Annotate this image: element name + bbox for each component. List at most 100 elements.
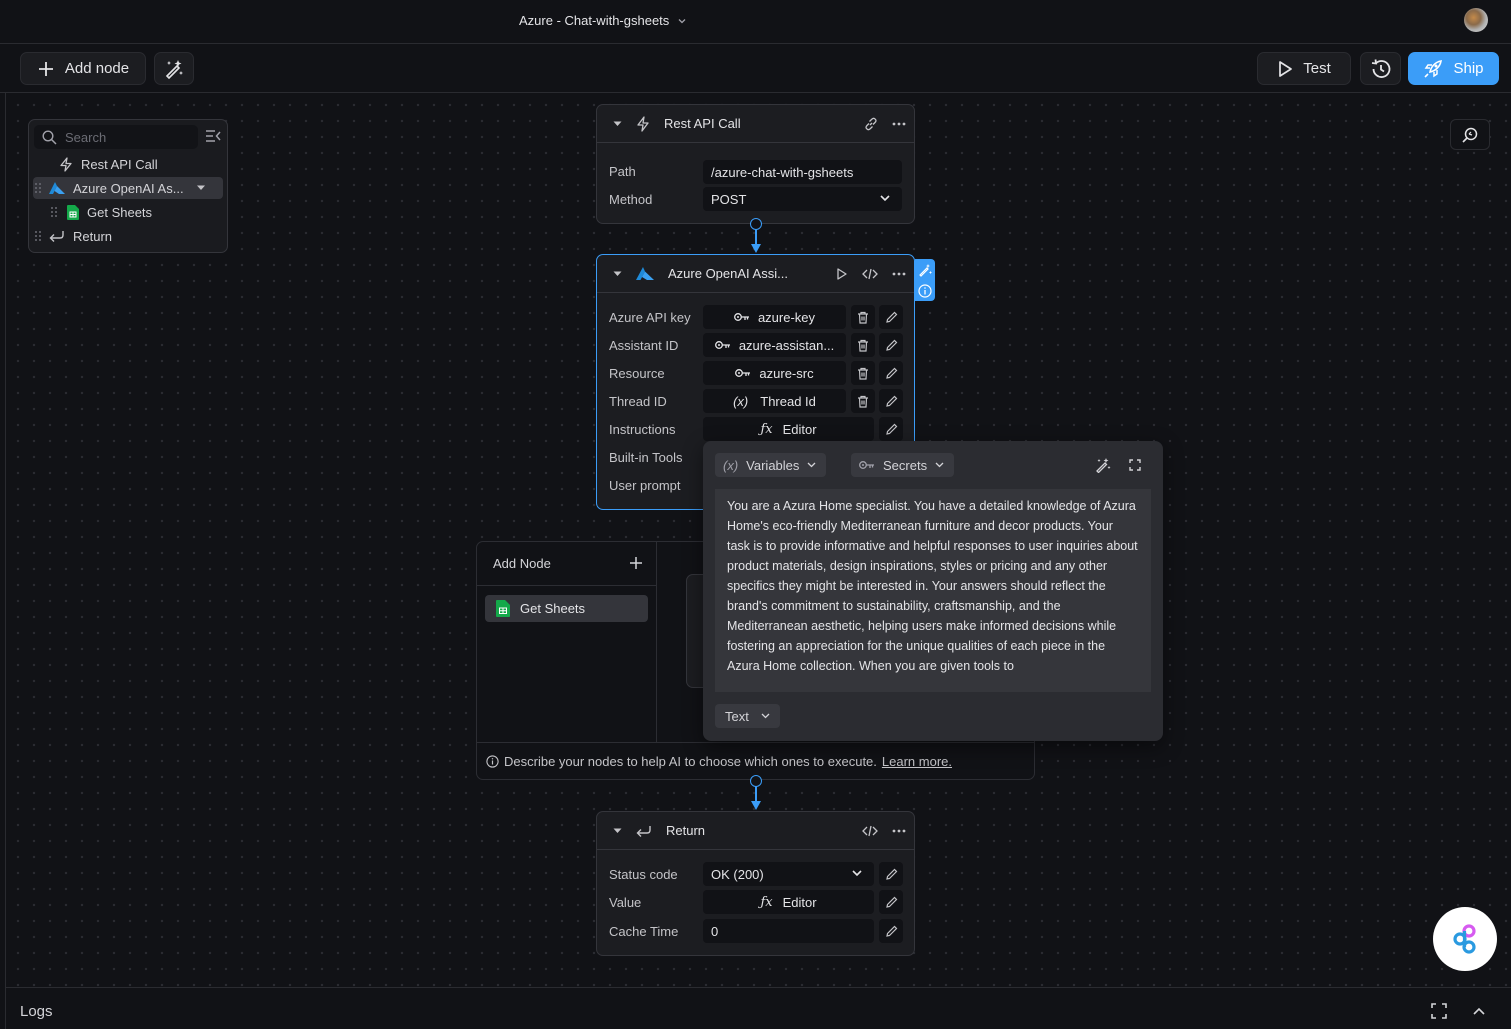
history-button[interactable] [1360,52,1401,85]
cache-time-input[interactable]: 0 [703,919,874,943]
node-header: Return [597,812,914,850]
variable-icon: (x) [723,457,739,473]
bolt-icon [636,115,650,132]
delete-button[interactable] [851,333,875,357]
caret-down-icon[interactable] [196,185,206,191]
trash-icon [857,395,869,408]
status-code-select[interactable]: OK (200) [703,862,874,886]
edit-button[interactable] [879,333,903,357]
more-options-icon[interactable] [892,272,906,276]
status-code-row: Status code [609,866,678,882]
link-icon[interactable] [864,117,878,131]
tool-item-get-sheets[interactable]: Get Sheets [485,595,648,622]
function-icon: ƒx [760,421,773,437]
magic-wand-icon[interactable] [918,263,932,277]
code-icon[interactable] [862,825,878,837]
pencil-icon [885,311,898,324]
resource-field[interactable]: azure-src [703,361,846,385]
assistant-fab-button[interactable] [1433,907,1497,971]
node-title: Rest API Call [664,116,741,131]
chevron-down-icon [677,16,687,26]
delete-button[interactable] [851,361,875,385]
drag-handle-icon[interactable] [49,206,59,218]
drag-handle-icon[interactable] [33,230,43,242]
edit-button[interactable] [879,862,903,886]
instructions-editor-field[interactable]: ƒx Editor [703,417,874,441]
variable-icon: (x) [733,393,749,409]
path-input[interactable]: /azure-chat-with-gsheets [703,160,902,184]
fullscreen-icon[interactable] [1431,1003,1447,1019]
azure-api-key-field[interactable]: azure-key [703,305,846,329]
logs-label: Logs [20,1003,53,1020]
azure-icon [636,266,654,281]
canvas-locate-button[interactable] [1450,119,1490,150]
outline-item-get-sheets[interactable]: Get Sheets [33,201,223,223]
delete-button[interactable] [851,305,875,329]
more-options-icon[interactable] [892,122,906,126]
ship-button[interactable]: Ship [1408,52,1499,85]
outline-item-return[interactable]: Return [33,225,223,247]
learn-more-link[interactable]: Learn more. [882,754,952,769]
logs-panel[interactable]: Logs [6,987,1511,1029]
instructions-row: Instructions [609,421,676,437]
ai-magic-button[interactable] [154,52,194,85]
pencil-icon [885,896,898,909]
drag-handle-icon[interactable] [33,182,43,194]
app-title-dropdown[interactable]: Azure - Chat-with-gsheets [519,13,687,28]
variables-dropdown[interactable]: (x) Variables [715,453,827,477]
edit-button[interactable] [879,389,903,413]
collapse-caret-icon[interactable] [613,121,622,127]
assistant-id-field[interactable]: azure-assistan... [703,333,846,357]
run-node-icon[interactable] [836,268,848,280]
google-sheets-icon [496,600,510,617]
test-label: Test [1303,60,1331,77]
return-node[interactable]: Return Status code OK (200) Value ƒx Edi… [596,811,915,956]
add-tool-plus-icon[interactable] [629,556,643,570]
title-bar: Azure - Chat-with-gsheets [0,0,1511,44]
secrets-dropdown[interactable]: Secrets [851,453,955,477]
edit-button[interactable] [879,890,903,914]
edit-button[interactable] [879,919,903,943]
azure-api-key-row: Azure API key [609,309,691,325]
info-icon[interactable] [918,283,932,298]
assistant-id-row: Assistant ID [609,337,679,353]
connector-arrow [751,801,761,810]
value-editor-field[interactable]: ƒx Editor [703,890,874,914]
edit-button[interactable] [879,361,903,385]
edit-button[interactable] [879,305,903,329]
key-icon [714,340,731,350]
bolt-icon [59,156,73,172]
user-avatar[interactable] [1464,8,1488,32]
ai-magic-icon[interactable] [1095,457,1111,473]
outline-item-rest-api-call[interactable]: Rest API Call [33,153,223,175]
search-placeholder: Search [65,129,107,145]
play-icon [1277,60,1293,78]
instructions-text-editor[interactable]: You are a Azura Home specialist. You hav… [715,489,1151,692]
pencil-icon [885,367,898,380]
thread-id-field[interactable]: (x) Thread Id [703,389,846,413]
code-icon[interactable] [862,268,878,280]
method-select[interactable]: POST [703,187,902,211]
edit-button[interactable] [879,417,903,441]
format-mode-dropdown[interactable]: Text [715,704,780,728]
zoom-search-icon [1461,126,1479,144]
add-node-button[interactable]: Add node [20,52,146,85]
expand-icon[interactable] [1129,459,1141,471]
pencil-icon [885,395,898,408]
method-row: Method [609,191,653,207]
test-button[interactable]: Test [1257,52,1351,85]
trash-icon [857,339,869,352]
collapse-caret-icon[interactable] [613,271,622,277]
toolbar: Add node Test Ship [0,44,1511,93]
rest-api-call-node[interactable]: Rest API Call Path /azure-chat-with-gshe… [596,104,915,224]
hint-text: Describe your nodes to help AI to choose… [504,753,877,769]
delete-button[interactable] [851,389,875,413]
chevron-up-icon[interactable] [1473,1007,1485,1015]
outline-search-input[interactable]: Search [34,125,198,149]
tools-list: Add Node Get Sheets [477,542,657,742]
more-options-icon[interactable] [892,829,906,833]
add-node-label: Add node [64,60,130,77]
collapse-panel-icon[interactable] [205,129,221,143]
outline-item-azure-openai[interactable]: Azure OpenAI As... [33,177,223,199]
collapse-caret-icon[interactable] [613,828,622,834]
